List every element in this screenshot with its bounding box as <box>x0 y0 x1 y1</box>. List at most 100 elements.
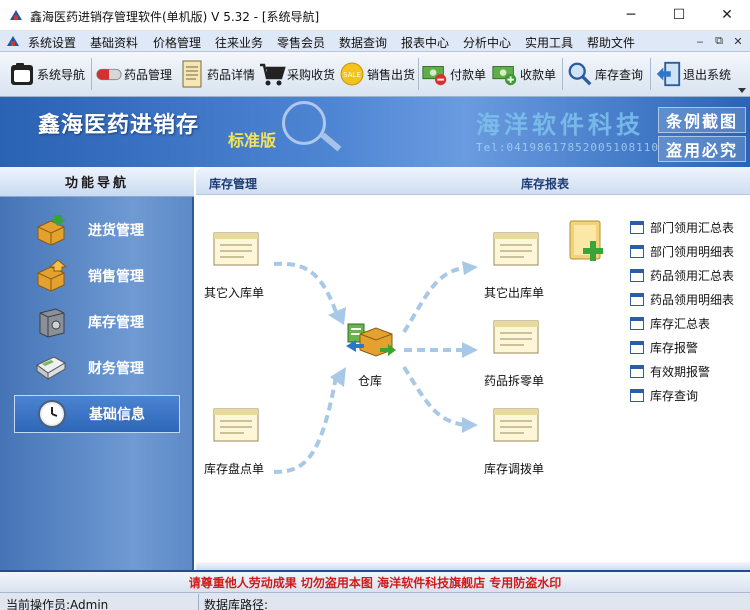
warehouse-icon[interactable] <box>344 320 398 362</box>
doc-label-warehouse[interactable]: 仓库 <box>358 372 382 389</box>
toolbar-separator <box>650 58 651 90</box>
report-icon <box>630 389 644 402</box>
toolbar-receipt-button[interactable]: 收款单 <box>491 56 556 92</box>
toolbar-label: 库存查询 <box>595 67 644 82</box>
menu-price-management[interactable]: 价格管理 <box>153 34 201 51</box>
report-link-drug-usage-detail[interactable]: 药品领用明细表 <box>630 291 734 308</box>
report-icon <box>630 317 644 330</box>
title-bar: 鑫海医药进销存管理软件(单机版) V 5.32 - [系统导航] ─ ☐ ✕ <box>0 0 750 31</box>
doc-label-stocktake[interactable]: 库存盘点单 <box>204 460 264 477</box>
nav-item-label: 进货管理 <box>88 223 144 239</box>
split-doc-icon[interactable] <box>492 317 540 357</box>
nav-item-label: 财务管理 <box>88 361 144 377</box>
report-link-stock-query[interactable]: 库存查询 <box>630 387 698 404</box>
nav-item-finance[interactable]: 财务管理 <box>14 349 180 387</box>
toolbar-system-navigation-button[interactable]: 系统导航 <box>8 56 85 92</box>
function-navigation-panel: 功能导航 进货管理 销售管理 库存管理 财务管理 基础信息 <box>0 167 194 570</box>
mdi-app-icon <box>7 36 19 46</box>
toolbar-drug-details-button[interactable]: 药品详情 <box>178 56 255 92</box>
sample-stamp-line: 条例截图 <box>658 107 746 133</box>
report-link-label: 库存查询 <box>650 389 699 403</box>
minimize-button[interactable]: ─ <box>608 0 654 30</box>
doc-label-other-in[interactable]: 其它入库单 <box>204 284 264 301</box>
toolbar-overflow-icon[interactable] <box>738 86 746 94</box>
toolbar-label: 采购收货 <box>287 67 336 82</box>
maximize-button[interactable]: ☐ <box>656 0 702 30</box>
capsule-icon <box>95 60 123 88</box>
brand-title: 鑫海医药进销存 <box>38 113 200 138</box>
stocktake-doc-icon[interactable] <box>212 405 260 445</box>
exit-icon <box>654 60 682 88</box>
transfer-doc-icon[interactable] <box>492 405 540 445</box>
report-icon <box>630 293 644 306</box>
menu-data-query[interactable]: 数据查询 <box>339 34 387 51</box>
window-title: 鑫海医药进销存管理软件(单机版) V 5.32 - [系统导航] <box>30 10 320 24</box>
anti-theft-watermark-text: 请尊重他人劳动成果 切勿盗用本图 海洋软件科技旗舰店 专用防盗水印 <box>188 575 562 590</box>
nav-header: 功能导航 <box>0 167 194 197</box>
menu-analysis-center[interactable]: 分析中心 <box>463 34 511 51</box>
mdi-restore-button[interactable]: ⧉ <box>711 33 727 49</box>
other-inbound-doc-icon[interactable] <box>212 229 260 269</box>
toolbar-label: 系统导航 <box>37 67 86 82</box>
report-link-label: 药品领用汇总表 <box>650 269 735 283</box>
report-icon <box>630 221 644 234</box>
document-icon <box>178 60 206 88</box>
doc-label-other-out[interactable]: 其它出库单 <box>484 284 544 301</box>
clock-icon <box>35 397 69 431</box>
nav-item-basic-info[interactable]: 基础信息 <box>14 395 180 433</box>
nav-item-inventory[interactable]: 库存管理 <box>14 303 180 341</box>
report-link-dept-usage-summary[interactable]: 部门领用汇总表 <box>630 219 734 236</box>
report-link-expiry-alert[interactable]: 有效期报警 <box>630 363 710 380</box>
toolbar-sales-shipment-button[interactable]: SALE 销售出货 <box>338 56 415 92</box>
calculator-icon <box>34 351 68 385</box>
nav-item-purchase[interactable]: 进货管理 <box>14 211 180 249</box>
mdi-close-button[interactable]: ✕ <box>730 33 746 49</box>
flow-arrow-in <box>273 261 467 474</box>
mdi-minimize-button[interactable]: ‒ <box>692 33 708 49</box>
toolbar-stock-query-button[interactable]: 库存查询 <box>566 56 643 92</box>
toolbar-payment-button[interactable]: 付款单 <box>421 56 486 92</box>
sale-tag-icon: SALE <box>338 60 366 88</box>
doc-label-split[interactable]: 药品拆零单 <box>484 372 544 389</box>
other-outbound-doc-icon[interactable] <box>492 229 540 269</box>
menu-utilities[interactable]: 实用工具 <box>525 34 573 51</box>
menu-help[interactable]: 帮助文件 <box>587 34 635 51</box>
toolbar-label: 退出系统 <box>683 67 732 82</box>
magnifier-decoration-icon <box>282 101 326 145</box>
toolbar-separator <box>91 58 92 90</box>
report-link-label: 部门领用明细表 <box>650 245 735 259</box>
menu-retail-members[interactable]: 零售会员 <box>277 34 325 51</box>
menu-business-dealings[interactable]: 往来业务 <box>215 34 263 51</box>
magnifier-icon <box>566 60 594 88</box>
report-icon <box>630 269 644 282</box>
menu-basic-data[interactable]: 基础资料 <box>90 34 138 51</box>
main-panel: 库存管理 库存报表 其它入库单 库存盘点单 仓库 其它出库单 药品拆零单 库存调… <box>196 167 750 570</box>
report-link-label: 药品领用明细表 <box>650 293 735 307</box>
toolbar-drug-management-button[interactable]: 药品管理 <box>95 56 172 92</box>
report-link-stock-alert[interactable]: 库存报警 <box>630 339 698 356</box>
report-link-stock-summary[interactable]: 库存汇总表 <box>630 315 710 332</box>
menu-report-center[interactable]: 报表中心 <box>401 34 449 51</box>
toolbar-exit-button[interactable]: 退出系统 <box>654 56 731 92</box>
report-link-drug-usage-summary[interactable]: 药品领用汇总表 <box>630 267 734 284</box>
nav-item-sales[interactable]: 销售管理 <box>14 257 180 295</box>
outbound-box-icon <box>34 259 68 293</box>
company-watermark: 海洋软件科技 <box>476 111 644 139</box>
report-icon <box>630 365 644 378</box>
doc-label-transfer[interactable]: 库存调拨单 <box>484 460 544 477</box>
toolbar-purchase-receive-button[interactable]: 采购收货 <box>258 56 335 92</box>
main-panel-footer <box>196 562 750 570</box>
sample-stamp-line: 盗用必究 <box>658 136 746 162</box>
menu-bar: 系统设置 基础资料 价格管理 往来业务 零售会员 数据查询 报表中心 分析中心 … <box>0 31 750 52</box>
report-link-dept-usage-detail[interactable]: 部门领用明细表 <box>630 243 734 260</box>
app-icon <box>10 10 22 20</box>
inbound-box-icon <box>34 213 68 247</box>
nav-item-label: 基础信息 <box>89 407 145 423</box>
menu-system-settings[interactable]: 系统设置 <box>28 34 76 51</box>
navigation-icon <box>8 60 36 88</box>
toolbar-separator <box>562 58 563 90</box>
magnifier-handle-decoration <box>320 132 342 152</box>
payment-icon <box>421 60 449 88</box>
close-button[interactable]: ✕ <box>704 0 750 30</box>
status-bar: 当前操作员:Admin 数据库路径: <box>0 592 750 610</box>
